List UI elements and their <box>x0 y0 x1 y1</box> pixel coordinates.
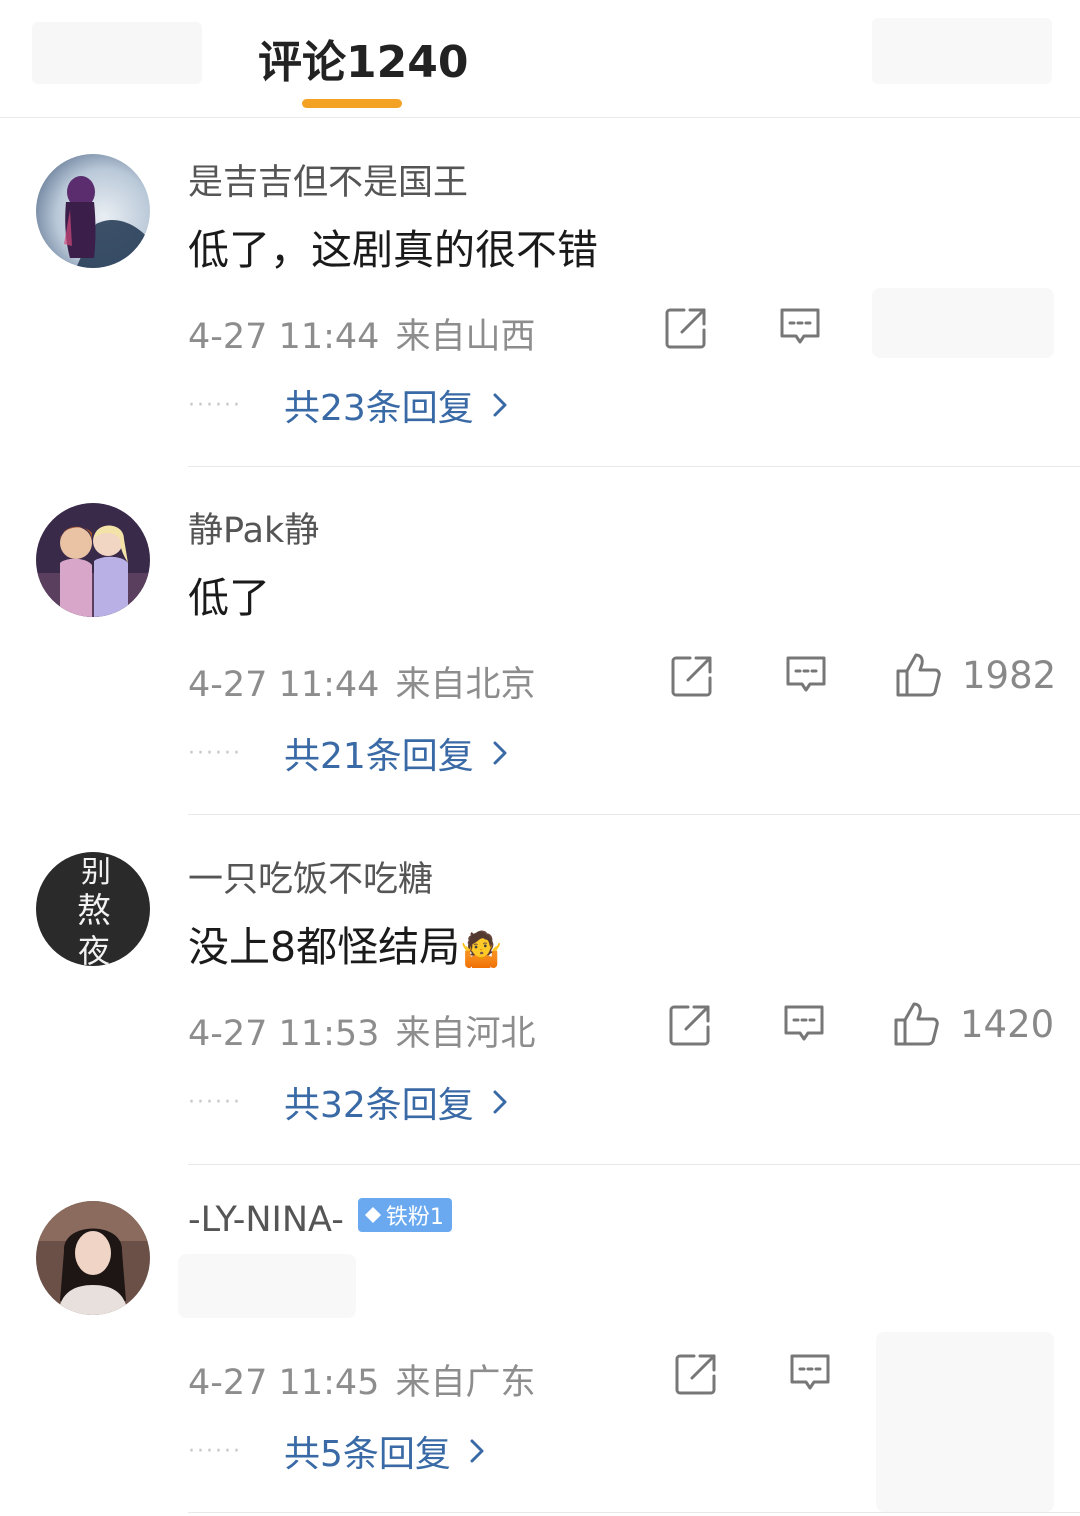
comment-icon[interactable] <box>784 652 830 698</box>
thumbs-up-icon <box>894 1002 939 1046</box>
view-replies-link[interactable]: 共32条回复 <box>284 1076 508 1128</box>
share-icon[interactable] <box>670 654 716 700</box>
location: 来自河北 <box>395 1014 536 1054</box>
chevron-right-icon <box>470 1439 484 1463</box>
comment-text: 低了，这剧真的很不错 <box>188 226 598 274</box>
replies-row: ······ 共5条回复 <box>188 1426 485 1476</box>
hooded-figure-avatar <box>36 154 150 268</box>
blurred-like-area <box>872 288 1054 358</box>
replies-row: ······ 共32条回复 <box>188 1077 508 1127</box>
comment-item: 是吉吉但不是国王 低了，这剧真的很不错 4-27 11:44 来自山西 ·····… <box>0 118 1080 467</box>
comment-text: 没上8都怪结局🤷 <box>188 923 503 971</box>
chevron-right-icon <box>493 1090 507 1114</box>
replies-row: ······ 共23条回复 <box>188 380 508 430</box>
thumbs-up-icon <box>896 653 941 697</box>
location: 来自北京 <box>395 665 536 705</box>
avatar-char: 夜 <box>78 932 110 966</box>
username[interactable]: 一只吃饭不吃糖 <box>188 851 433 902</box>
view-replies-link[interactable]: 共5条回复 <box>284 1425 485 1477</box>
divider <box>188 1512 1080 1513</box>
active-tab-indicator <box>302 99 402 108</box>
chevron-right-icon <box>493 741 507 765</box>
share-icon[interactable] <box>664 306 710 352</box>
replies-row: ······ 共21条回复 <box>188 728 508 778</box>
avatar[interactable] <box>36 503 150 617</box>
location: 来自广东 <box>395 1363 536 1403</box>
blurred-like-area <box>876 1332 1054 1512</box>
comment-text: 低了 <box>188 574 270 622</box>
like-button[interactable]: 1982 <box>894 650 1056 700</box>
tab-comments[interactable]: 评论1240 <box>258 26 468 90</box>
avatar[interactable]: 别 熬 夜 <box>36 852 150 966</box>
comment-icon[interactable] <box>782 1001 828 1047</box>
username[interactable]: -LY-NINA- 铁粉1 <box>188 1198 452 1240</box>
dots-separator: ······ <box>188 1089 242 1115</box>
timestamp: 4-27 11:45 <box>188 1363 380 1403</box>
username[interactable]: 静Pak静 <box>188 502 319 553</box>
like-count: 1982 <box>962 653 1057 697</box>
shrug-emoji: 🤷 <box>460 930 503 970</box>
fan-badge: 铁粉1 <box>357 1198 452 1232</box>
avatar[interactable] <box>36 1201 150 1315</box>
chevron-right-icon <box>493 393 507 417</box>
timestamp: 4-27 11:53 <box>188 1014 380 1054</box>
comment-meta: 4-27 11:44 来自北京 <box>188 656 535 707</box>
girl-portrait-avatar <box>36 1201 150 1315</box>
blurred-comment-content <box>178 1254 356 1318</box>
avatar[interactable] <box>36 154 150 268</box>
like-button[interactable]: 1420 <box>892 999 1054 1049</box>
blurred-tab-right <box>872 18 1052 84</box>
avatar-char: 熬 <box>77 891 111 931</box>
comment-icon[interactable] <box>788 1350 834 1396</box>
comment-meta: 4-27 11:44 来自山西 <box>188 308 535 359</box>
username[interactable]: 是吉吉但不是国王 <box>188 154 468 205</box>
comment-item: -LY-NINA- 铁粉1 4-27 11:45 来自广东 ······ 共5条回复 <box>0 1164 1080 1513</box>
share-icon[interactable] <box>668 1003 714 1049</box>
view-replies-link[interactable]: 共23条回复 <box>284 379 508 431</box>
cartoon-sisters-avatar <box>36 503 150 617</box>
timestamp: 4-27 11:44 <box>188 317 380 357</box>
view-replies-link[interactable]: 共21条回复 <box>284 727 508 779</box>
avatar-char: 别 <box>81 855 111 890</box>
diamond-icon <box>364 1207 381 1223</box>
comments-header: 评论1240 <box>0 0 1080 118</box>
location: 来自山西 <box>395 317 536 357</box>
dots-separator: ······ <box>188 392 242 418</box>
dots-separator: ······ <box>188 1438 242 1464</box>
dots-separator: ······ <box>188 740 242 766</box>
comment-meta: 4-27 11:53 来自河北 <box>188 1005 535 1056</box>
comment-item: 别 熬 夜 一只吃饭不吃糖 没上8都怪结局🤷 4-27 11:53 来自河北 14… <box>0 815 1080 1165</box>
calligraphy-avatar: 别 熬 夜 <box>36 852 150 966</box>
share-icon[interactable] <box>674 1352 720 1398</box>
comment-item: 静Pak静 低了 4-27 11:44 来自北京 1982 ······ 共21条… <box>0 466 1080 815</box>
blurred-tab-left <box>32 22 202 84</box>
comment-icon[interactable] <box>778 304 824 350</box>
comment-meta: 4-27 11:45 来自广东 <box>188 1354 535 1405</box>
like-count: 1420 <box>960 1002 1055 1046</box>
timestamp: 4-27 11:44 <box>188 665 380 705</box>
